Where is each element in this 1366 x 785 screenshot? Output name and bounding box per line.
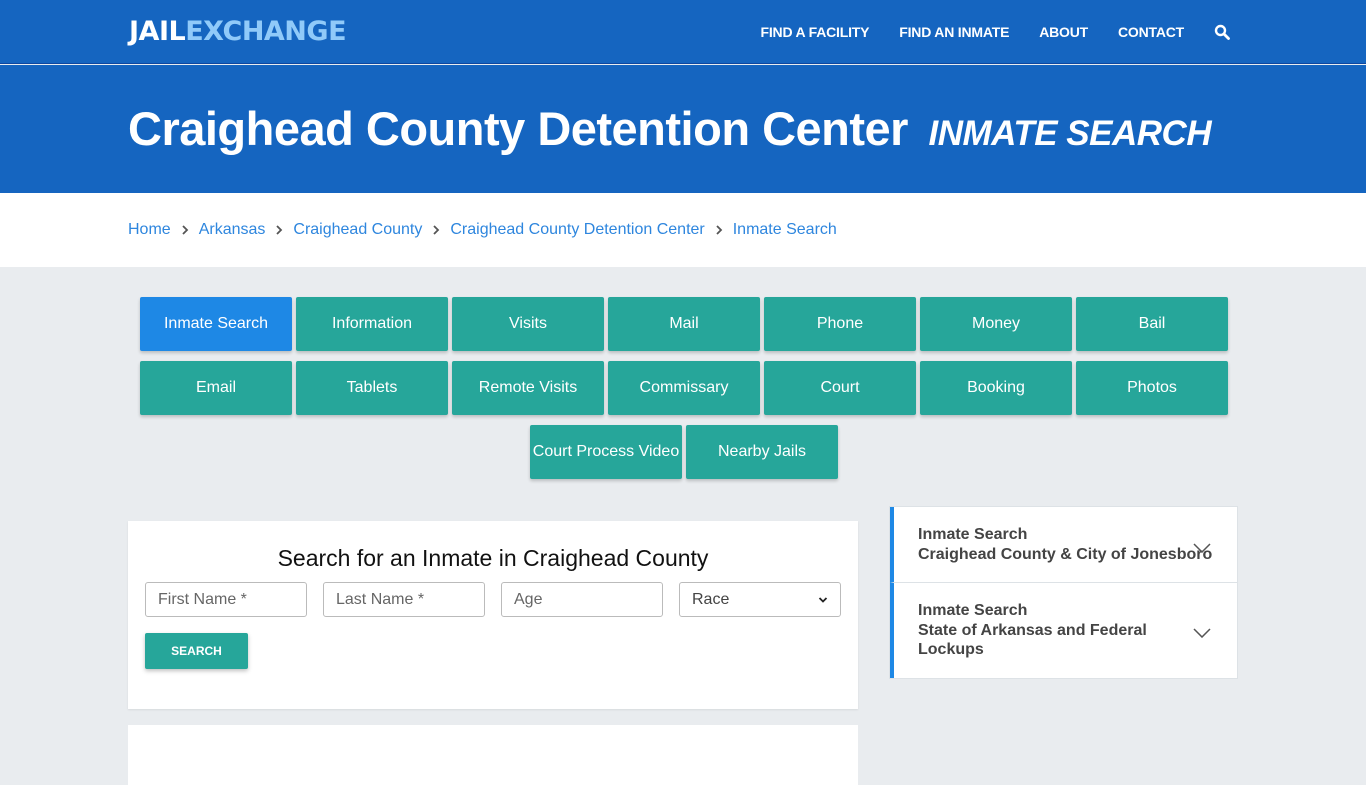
tab-booking[interactable]: Booking	[920, 361, 1072, 415]
tab-remote-visits[interactable]: Remote Visits	[452, 361, 604, 415]
age-input[interactable]: Age	[501, 582, 663, 617]
breadcrumb-facility[interactable]: Craighead County Detention Center	[450, 221, 704, 239]
breadcrumb: Home Arkansas Craighead County Craighead…	[128, 221, 837, 239]
breadcrumb-bar: Home Arkansas Craighead County Craighead…	[0, 193, 1366, 267]
first-name-input[interactable]: First Name *	[145, 582, 307, 617]
logo-jail: JAIL	[129, 16, 186, 47]
tab-inmate-search[interactable]: Inmate Search	[140, 297, 292, 351]
chevron-down-icon	[818, 591, 828, 609]
tab-phone[interactable]: Phone	[764, 297, 916, 351]
tab-information[interactable]: Information	[296, 297, 448, 351]
chevron-right-icon	[432, 224, 440, 236]
nav-contact[interactable]: CONTACT	[1118, 24, 1184, 40]
hero-banner: Craighead County Detention Center INMATE…	[0, 65, 1366, 193]
top-navbar: JAILEXCHANGE FIND A FACILITY FIND AN INM…	[0, 0, 1366, 64]
accordion-item-title: Inmate Search	[918, 602, 1028, 619]
tab-tablets[interactable]: Tablets	[296, 361, 448, 415]
accordion-item-title: Inmate Search	[918, 526, 1028, 543]
search-button[interactable]: SEARCH	[145, 633, 248, 669]
facility-tabs: Inmate Search Information Visits Mail Ph…	[139, 297, 1229, 489]
nav-find-inmate[interactable]: FIND AN INMATE	[899, 24, 1009, 40]
tab-photos[interactable]: Photos	[1076, 361, 1228, 415]
chevron-right-icon	[715, 224, 723, 236]
main-nav: FIND A FACILITY FIND AN INMATE ABOUT CON…	[731, 0, 1230, 64]
nav-about[interactable]: ABOUT	[1039, 24, 1088, 40]
last-name-placeholder: Last Name *	[336, 590, 425, 608]
tab-mail[interactable]: Mail	[608, 297, 760, 351]
accordion-item-state[interactable]: Inmate Search State of Arkansas and Fede…	[890, 583, 1237, 678]
first-name-placeholder: First Name *	[158, 590, 247, 608]
breadcrumb-county[interactable]: Craighead County	[293, 221, 422, 239]
tab-bail[interactable]: Bail	[1076, 297, 1228, 351]
tab-money[interactable]: Money	[920, 297, 1072, 351]
accordion-item-subtitle: Craighead County & City of Jonesboro	[918, 545, 1213, 563]
tab-nearby-jails[interactable]: Nearby Jails	[686, 425, 838, 479]
accordion-item-subtitle: State of Arkansas and Federal Lockups	[918, 621, 1147, 659]
search-card-title: Search for an Inmate in Craighead County	[277, 545, 709, 571]
chevron-right-icon	[181, 224, 189, 236]
tab-commissary[interactable]: Commissary	[608, 361, 760, 415]
last-name-input[interactable]: Last Name *	[323, 582, 485, 617]
age-placeholder: Age	[514, 590, 543, 608]
chevron-down-icon[interactable]	[1193, 624, 1211, 639]
tab-visits[interactable]: Visits	[452, 297, 604, 351]
logo-exchange: EXCHANGE	[185, 16, 347, 47]
race-select[interactable]: Race	[679, 582, 841, 617]
site-logo[interactable]: JAILEXCHANGE	[129, 16, 347, 47]
facility-name: Craighead County Detention Center	[128, 102, 908, 155]
sidebar-accordion: Inmate Search Craighead County & City of…	[889, 506, 1238, 679]
accordion-item-county[interactable]: Inmate Search Craighead County & City of…	[890, 507, 1237, 583]
page-title: Craighead County Detention Center INMATE…	[128, 101, 1212, 156]
breadcrumb-home[interactable]: Home	[128, 221, 171, 239]
tab-email[interactable]: Email	[140, 361, 292, 415]
inmate-search-card: Search for an Inmate in Craighead County…	[128, 521, 858, 709]
chevron-down-icon[interactable]	[1193, 539, 1211, 553]
breadcrumb-state[interactable]: Arkansas	[199, 221, 266, 239]
tab-court[interactable]: Court	[764, 361, 916, 415]
chevron-right-icon	[275, 224, 283, 236]
page-subtitle: INMATE SEARCH	[928, 114, 1212, 153]
content-card	[128, 725, 858, 785]
tab-court-process-video[interactable]: Court Process Video	[530, 425, 682, 479]
breadcrumb-current[interactable]: Inmate Search	[733, 221, 837, 239]
search-icon[interactable]	[1214, 24, 1230, 40]
race-select-value: Race	[692, 590, 730, 608]
nav-find-facility[interactable]: FIND A FACILITY	[761, 24, 870, 40]
